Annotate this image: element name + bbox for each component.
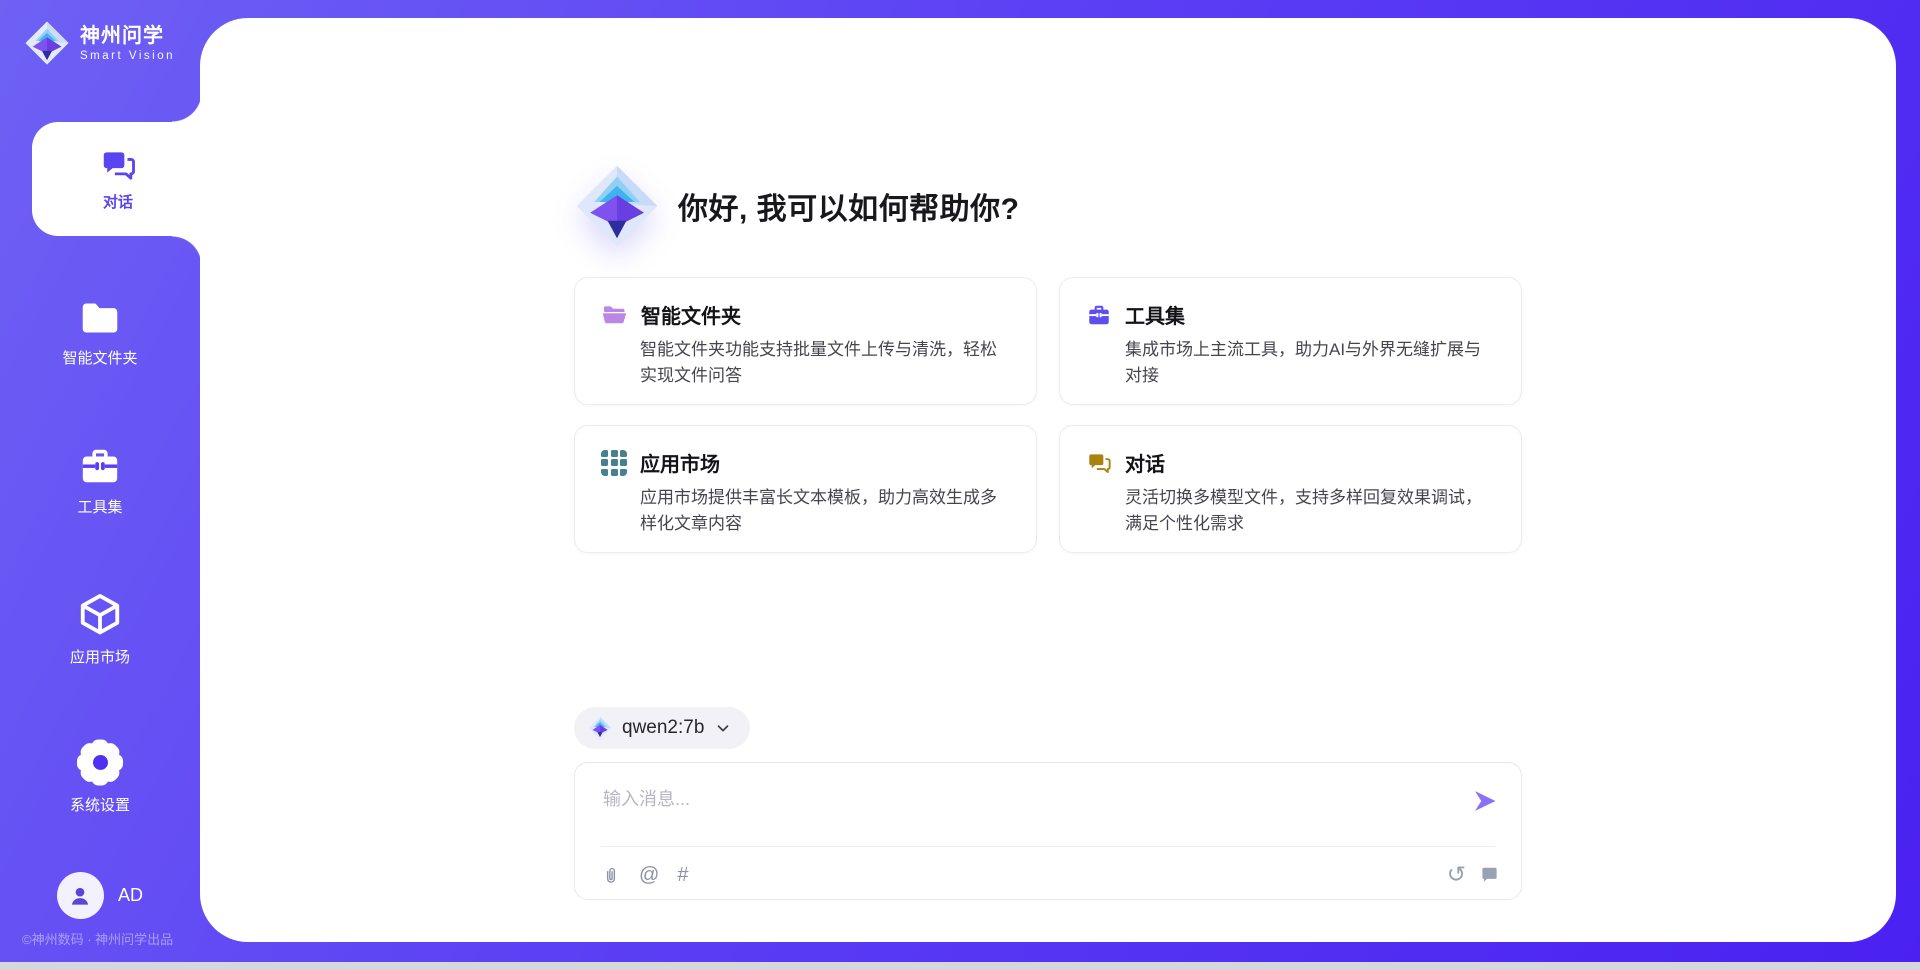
logo-diamond-icon — [574, 163, 660, 249]
page-bottom-strip — [0, 962, 1920, 970]
card-title: 工具集 — [1125, 300, 1185, 329]
user-profile[interactable]: AD — [0, 872, 200, 919]
folder-open-icon — [601, 302, 628, 327]
card-description: 应用市场提供丰富长文本模板，助力高效生成多样化文章内容 — [640, 485, 1010, 536]
sidebar-item-label: 系统设置 — [70, 794, 130, 815]
greeting-text: 你好, 我可以如何帮助你? — [678, 184, 1020, 228]
model-selector[interactable]: qwen2:7b — [574, 707, 750, 749]
send-icon[interactable] — [1471, 787, 1499, 815]
sidebar-footer: ©神州数码 · 神州问学出品 — [22, 929, 173, 948]
main-panel: 你好, 我可以如何帮助你? 智能文件夹 智能文件夹功能支持批量文件上传与清洗，轻… — [200, 18, 1896, 942]
active-tab-curve-bottom — [172, 236, 202, 266]
sidebar-item-label: 智能文件夹 — [62, 347, 137, 368]
sidebar-item-app-market[interactable]: 应用市场 — [0, 584, 200, 674]
message-composer: @ # ↺ — [574, 762, 1522, 900]
card-description: 灵活切换多模型文件，支持多样回复效果调试，满足个性化需求 — [1125, 485, 1495, 536]
history-icon[interactable]: ↺ — [1447, 863, 1466, 886]
card-toolset[interactable]: 工具集 集成市场上主流工具，助力AI与外界无缝扩展与对接 — [1059, 277, 1522, 405]
composer-divider — [601, 846, 1495, 847]
active-tab-curve-top — [172, 92, 202, 122]
apps-grid-icon — [601, 450, 627, 476]
brand-name: 神州问学 — [80, 25, 175, 47]
attachment-icon[interactable] — [601, 864, 621, 886]
card-chat[interactable]: 对话 灵活切换多模型文件，支持多样回复效果调试，满足个性化需求 — [1059, 425, 1522, 553]
chevron-down-icon — [714, 719, 732, 737]
sidebar-item-label: 对话 — [103, 191, 133, 212]
sidebar-item-settings[interactable]: 系统设置 — [0, 732, 200, 822]
toolbox-icon — [1086, 303, 1112, 327]
card-title: 智能文件夹 — [641, 300, 741, 329]
user-initials: AD — [118, 885, 143, 906]
card-title: 应用市场 — [640, 448, 720, 477]
app-window: 神州问学 Smart Vision 对话 智能文件夹 工具集 — [0, 0, 1920, 962]
sidebar-item-label: 应用市场 — [70, 646, 130, 667]
gear-icon — [77, 739, 123, 785]
mention-icon[interactable]: @ — [639, 865, 659, 885]
greeting: 你好, 我可以如何帮助你? — [574, 163, 1522, 249]
person-icon — [67, 883, 93, 909]
sidebar-item-smart-folder[interactable]: 智能文件夹 — [0, 288, 200, 378]
card-title: 对话 — [1125, 448, 1165, 477]
logo-diamond-icon — [588, 716, 612, 740]
brand-subtitle: Smart Vision — [80, 50, 175, 62]
folder-icon — [78, 298, 122, 338]
sidebar-item-chat[interactable]: 对话 — [32, 122, 204, 236]
feature-cards: 智能文件夹 智能文件夹功能支持批量文件上传与清洗，轻松实现文件问答 工具 — [574, 277, 1522, 553]
hashtag-icon[interactable]: # — [677, 865, 688, 885]
logo-diamond-icon — [24, 20, 70, 66]
chat-icon — [99, 146, 137, 184]
chat-icon — [1086, 450, 1112, 476]
sidebar-item-label: 工具集 — [77, 496, 122, 517]
toolbox-icon — [77, 445, 123, 487]
model-name: qwen2:7b — [622, 717, 704, 739]
brand-logo: 神州问学 Smart Vision — [24, 20, 175, 66]
card-description: 智能文件夹功能支持批量文件上传与清洗，轻松实现文件问答 — [640, 337, 1010, 388]
message-input[interactable] — [601, 783, 1435, 843]
cube-icon — [77, 591, 123, 637]
feedback-bubble-icon[interactable] — [1480, 865, 1499, 884]
card-description: 集成市场上主流工具，助力AI与外界无缝扩展与对接 — [1125, 337, 1495, 388]
avatar — [57, 872, 104, 919]
card-smart-folder[interactable]: 智能文件夹 智能文件夹功能支持批量文件上传与清洗，轻松实现文件问答 — [574, 277, 1037, 405]
card-app-market[interactable]: 应用市场 应用市场提供丰富长文本模板，助力高效生成多样化文章内容 — [574, 425, 1037, 553]
sidebar-item-toolset[interactable]: 工具集 — [0, 436, 200, 526]
